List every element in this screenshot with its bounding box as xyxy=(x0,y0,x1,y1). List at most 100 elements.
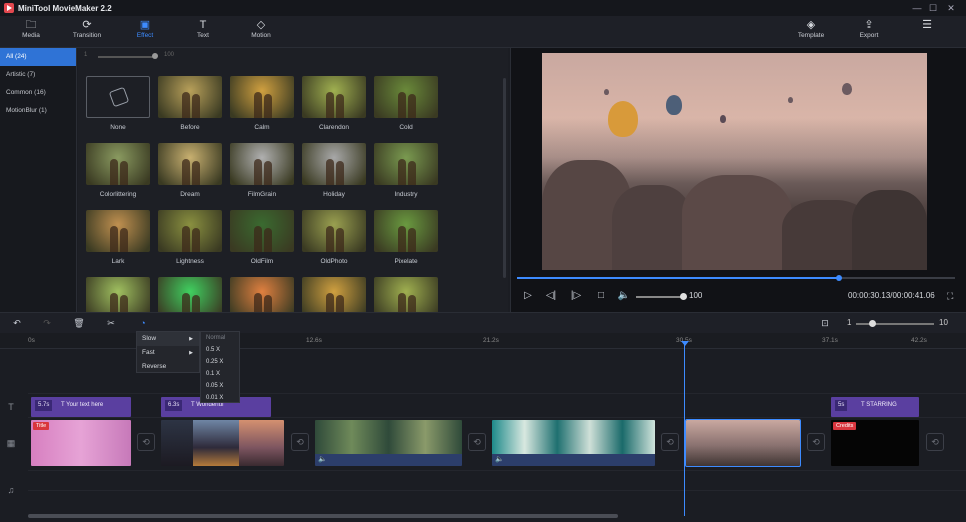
effect-item[interactable]: Clarendon xyxy=(302,76,366,136)
stop-button[interactable]: □ xyxy=(594,290,608,302)
menu-item-reverse[interactable]: Reverse xyxy=(137,360,199,374)
close-button[interactable]: ✕ xyxy=(944,2,958,14)
volume-knob[interactable] xyxy=(680,293,687,300)
delete-icon[interactable]: 🗑 xyxy=(72,317,86,329)
playback-progress-knob[interactable] xyxy=(835,275,842,281)
intensity-knob[interactable] xyxy=(152,53,158,59)
hot-air-balloon-icon xyxy=(842,83,852,95)
text-clip[interactable]: 5s T STARRING xyxy=(831,397,919,417)
hot-air-balloon-icon xyxy=(604,89,609,95)
effect-item[interactable] xyxy=(86,277,150,312)
effect-item[interactable] xyxy=(374,277,438,312)
text-clip-label: T STARRING xyxy=(861,402,897,408)
toolbar-transition[interactable]: ⟳ Transition xyxy=(58,16,116,48)
transition-slot-icon[interactable]: ⟲ xyxy=(291,433,309,451)
fullscreen-icon[interactable]: ⛶ xyxy=(947,291,953,302)
submenu-item-0-1x[interactable]: 0.1 X xyxy=(201,368,239,380)
volume-icon[interactable]: 🔈 xyxy=(617,290,631,302)
effect-item[interactable]: Pixelate xyxy=(374,210,438,270)
video-clip[interactable]: 🔈 xyxy=(315,420,462,466)
playhead-handle[interactable] xyxy=(681,341,689,346)
maximize-button[interactable]: ☐ xyxy=(926,2,940,14)
video-clip[interactable]: 🔈 xyxy=(492,420,655,466)
transition-slot-icon[interactable]: ⟲ xyxy=(807,433,825,451)
menu-item-fast[interactable]: Fast ▶ xyxy=(137,346,199,360)
effect-item[interactable]: Calm xyxy=(230,76,294,136)
effect-item[interactable]: Cold xyxy=(374,76,438,136)
text-clip[interactable]: 5.7s T Your text here xyxy=(31,397,131,417)
redo-icon[interactable]: ↷ xyxy=(40,317,54,329)
toolbar-effect[interactable]: ▣ Effect xyxy=(116,16,174,48)
split-icon[interactable]: ✂ xyxy=(104,317,118,329)
intensity-track[interactable] xyxy=(98,56,156,58)
toolbar-template[interactable]: ◈ Template xyxy=(782,16,840,48)
speed-icon[interactable]: ◔ xyxy=(136,317,150,329)
transition-slot-icon[interactable]: ⟲ xyxy=(661,433,679,451)
effect-name: Clarendon xyxy=(319,124,349,131)
menu-button[interactable]: ☰ xyxy=(898,16,956,48)
text-clip-label: T Your text here xyxy=(61,402,104,408)
minimize-button[interactable]: — xyxy=(910,2,924,14)
effect-category-list: All (24) Artistic (7) Common (16) Motion… xyxy=(0,48,77,312)
transition-slot-icon[interactable]: ⟲ xyxy=(468,433,486,451)
category-motionblur[interactable]: MotionBlur (1) xyxy=(0,102,76,120)
title-clip[interactable]: Title xyxy=(31,420,131,466)
effect-thumbnail xyxy=(302,210,366,252)
effect-item[interactable] xyxy=(158,277,222,312)
effect-thumbnail xyxy=(230,76,294,118)
toolbar-motion[interactable]: ◇ Motion xyxy=(232,16,290,48)
playhead[interactable] xyxy=(684,343,685,516)
effect-item[interactable]: Before xyxy=(158,76,222,136)
effect-item[interactable]: Colorlittering xyxy=(86,143,150,203)
effect-item[interactable]: OldFilm xyxy=(230,210,294,270)
volume-slider[interactable] xyxy=(636,296,682,298)
category-common[interactable]: Common (16) xyxy=(0,84,76,102)
transition-slot-icon[interactable]: ⟲ xyxy=(926,433,944,451)
fit-timeline-icon[interactable]: ⊡ xyxy=(818,317,832,329)
zoom-slider[interactable] xyxy=(856,323,934,325)
submenu-item-normal[interactable]: Normal xyxy=(201,332,239,344)
category-all[interactable]: All (24) xyxy=(0,48,76,66)
effect-item[interactable]: None xyxy=(86,76,150,136)
hamburger-icon: ☰ xyxy=(922,19,932,31)
previous-frame-button[interactable]: ◁| xyxy=(544,290,558,302)
effects-scrollbar[interactable] xyxy=(503,78,506,278)
next-frame-button[interactable]: |▷ xyxy=(569,290,583,302)
toolbar-export-label: Export xyxy=(859,32,879,39)
zoom-knob[interactable] xyxy=(868,320,876,327)
effect-item[interactable] xyxy=(302,277,366,312)
menu-item-slow[interactable]: Slow ▶ xyxy=(137,332,199,346)
submenu-item-0-5x[interactable]: 0.5 X xyxy=(201,344,239,356)
play-button[interactable]: ▷ xyxy=(521,290,535,302)
submenu-item-0-25x[interactable]: 0.25 X xyxy=(201,356,239,368)
effect-item[interactable]: OldPhoto xyxy=(302,210,366,270)
clip-audio-bar: 🔈 xyxy=(315,454,462,466)
toolbar-export[interactable]: ⇪ Export xyxy=(840,16,898,48)
video-clip[interactable] xyxy=(161,420,284,466)
credits-clip[interactable]: Credits xyxy=(831,420,919,466)
toolbar-media[interactable]: 🗀 Media xyxy=(2,16,60,48)
effect-item[interactable]: Lark xyxy=(86,210,150,270)
zoom-min-label: 1 xyxy=(847,318,852,327)
timeline-toolbar: ↶ ↷ 🗑 ✂ ◔ ⊡ 1 10 xyxy=(0,312,966,333)
magic-wand-icon xyxy=(108,86,130,108)
timeline-scrollbar[interactable] xyxy=(28,514,618,518)
effect-item[interactable]: Dream xyxy=(158,143,222,203)
submenu-item-0-05x[interactable]: 0.05 X xyxy=(201,380,239,392)
toolbar-text[interactable]: T Text xyxy=(174,16,232,48)
effect-item[interactable]: Lightness xyxy=(158,210,222,270)
category-artistic[interactable]: Artistic (7) xyxy=(0,66,76,84)
effect-intensity-slider[interactable]: 1 100 xyxy=(84,52,184,62)
effect-item[interactable]: Industry xyxy=(374,143,438,203)
undo-icon[interactable]: ↶ xyxy=(10,317,24,329)
hot-air-balloon-icon xyxy=(788,97,793,103)
selected-video-clip[interactable] xyxy=(685,419,801,467)
transition-slot-icon[interactable]: ⟲ xyxy=(137,433,155,451)
effect-item[interactable] xyxy=(230,277,294,312)
playback-progress-bar[interactable] xyxy=(517,275,955,281)
app-title: MiniTool MovieMaker 2.2 xyxy=(18,3,112,13)
submenu-item-0-01x[interactable]: 0.01 X xyxy=(201,392,239,404)
credits-tag: Credits xyxy=(833,422,857,430)
effect-item[interactable]: Holiday xyxy=(302,143,366,203)
effect-item[interactable]: FilmGrain xyxy=(230,143,294,203)
